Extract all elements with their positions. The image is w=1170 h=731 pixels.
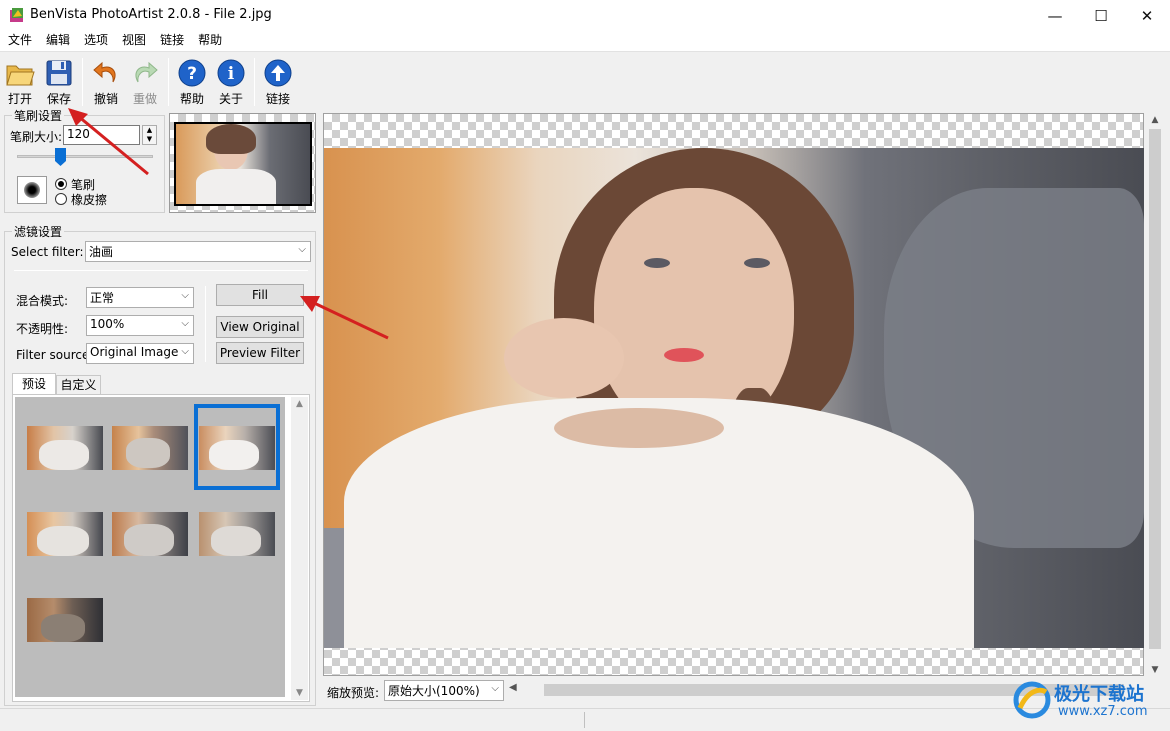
svg-text:i: i	[228, 64, 235, 84]
menu-options[interactable]: 选项	[76, 31, 114, 51]
menu-help[interactable]: 帮助	[190, 31, 228, 51]
filter-source-dropdown[interactable]: Original Image ⌵	[86, 343, 194, 364]
menu-view[interactable]: 视图	[114, 31, 152, 51]
brush-size-label: 笔刷大小:	[10, 130, 63, 144]
undo-icon	[93, 61, 116, 83]
help-button[interactable]: ? 帮助	[172, 56, 212, 108]
zoom-dropdown[interactable]: 原始大小(100%) ⌵	[384, 680, 504, 701]
opacity-value: 100%	[90, 317, 125, 331]
eraser-radio[interactable]	[55, 193, 67, 205]
open-button[interactable]: 打开	[0, 56, 40, 108]
watermark: 极光下载站 www.xz7.com	[1012, 676, 1162, 724]
select-filter-label: Select filter:	[11, 245, 84, 259]
preset-scrollbar[interactable]: ▲ ▼	[291, 397, 308, 700]
brush-preview	[17, 176, 47, 204]
chevron-down-icon: ⌵	[181, 290, 189, 301]
scroll-up-icon[interactable]: ▲	[291, 399, 308, 409]
scroll-down-icon[interactable]: ▼	[1146, 665, 1164, 675]
toolbar: 打开 保存 撤销 重做 ? 帮助 i 关于 链接	[0, 51, 1170, 109]
menu-bar: 文件 编辑 选项 视图 链接 帮助	[0, 31, 1170, 51]
filter-source-label: Filter source:	[16, 348, 94, 362]
preset-thumbnail[interactable]	[27, 598, 103, 642]
minimize-button[interactable]: —	[1032, 0, 1078, 31]
fill-button[interactable]: Fill	[216, 284, 304, 306]
menu-file[interactable]: 文件	[0, 31, 38, 51]
close-button[interactable]: ✕	[1124, 0, 1170, 31]
maximize-button[interactable]: ☐	[1078, 0, 1124, 31]
chevron-down-icon: ⌵	[181, 346, 189, 357]
status-bar	[0, 708, 1170, 731]
preset-thumbnail-selected[interactable]	[199, 426, 275, 470]
preset-thumbnail[interactable]	[27, 426, 103, 470]
preset-grid	[15, 397, 285, 697]
preview-filter-button[interactable]: Preview Filter	[216, 342, 304, 364]
open-label: 打开	[7, 92, 32, 106]
brush-settings-label: 笔刷设置	[12, 107, 65, 124]
blend-mode-dropdown[interactable]: 正常 ⌵	[86, 287, 194, 308]
select-filter-dropdown[interactable]: 油画 ⌵	[85, 241, 311, 262]
tab-custom[interactable]: 自定义	[56, 375, 101, 395]
window-title: BenVista PhotoArtist 2.0.8 - File 2.jpg	[30, 7, 272, 22]
opacity-label: 不透明性:	[16, 322, 69, 336]
divider	[14, 270, 308, 271]
scroll-left-icon[interactable]: ◀	[509, 682, 517, 693]
chevron-down-icon: ⌵	[298, 244, 306, 255]
globe-link-icon	[264, 59, 292, 87]
annotation-arrow-fill	[300, 296, 389, 340]
toolbar-separator	[168, 58, 169, 106]
main-canvas[interactable]	[323, 113, 1144, 676]
blend-mode-label: 混合模式:	[16, 294, 69, 308]
link-button[interactable]: 链接	[258, 56, 298, 108]
folder-open-icon	[6, 65, 35, 86]
title-bar: BenVista PhotoArtist 2.0.8 - File 2.jpg …	[0, 0, 1170, 31]
watermark-name: 极光下载站	[1054, 684, 1144, 705]
canvas-vertical-scrollbar[interactable]: ▲ ▼	[1146, 113, 1164, 677]
toolbar-separator	[254, 58, 255, 106]
filter-source-value: Original Image	[90, 345, 179, 359]
zoom-label: 缩放预览:	[327, 686, 380, 700]
vertical-divider	[205, 286, 206, 362]
filter-settings-label: 滤镜设置	[12, 223, 65, 240]
info-icon: i	[217, 59, 245, 87]
link-label: 链接	[265, 92, 290, 106]
oil-painting-image	[324, 148, 1144, 648]
tab-presets[interactable]: 预设	[12, 373, 56, 395]
preset-thumbnail[interactable]	[27, 512, 103, 556]
preset-thumbnail[interactable]	[112, 512, 188, 556]
zoom-value: 原始大小(100%)	[388, 684, 480, 698]
annotation-arrow-save	[68, 108, 149, 176]
eraser-radio-label: 橡皮擦	[71, 193, 108, 207]
svg-text:?: ?	[187, 64, 197, 84]
navigator-thumbnail[interactable]	[169, 113, 316, 213]
view-original-button[interactable]: View Original	[216, 316, 304, 338]
floppy-disk-icon	[46, 60, 72, 86]
redo-icon	[135, 61, 158, 83]
preset-thumbnail[interactable]	[199, 512, 275, 556]
scroll-down-icon[interactable]: ▼	[291, 688, 308, 698]
menu-edit[interactable]: 编辑	[38, 31, 76, 51]
blend-mode-value: 正常	[90, 291, 115, 305]
help-icon: ?	[178, 59, 206, 87]
menu-link[interactable]: 链接	[152, 31, 190, 51]
watermark-logo-icon	[1013, 681, 1051, 719]
chevron-down-icon: ⌵	[181, 318, 189, 329]
select-filter-value: 油画	[89, 245, 114, 259]
watermark-url: www.xz7.com	[1058, 704, 1148, 719]
help-label: 帮助	[179, 92, 204, 106]
scroll-up-icon[interactable]: ▲	[1146, 115, 1164, 125]
chevron-down-icon: ⌵	[491, 683, 499, 694]
about-label: 关于	[218, 92, 243, 106]
preset-thumbnail[interactable]	[112, 426, 188, 470]
app-icon	[9, 7, 25, 23]
scroll-thumb[interactable]	[1149, 129, 1161, 649]
opacity-dropdown[interactable]: 100% ⌵	[86, 315, 194, 336]
about-button[interactable]: i 关于	[211, 56, 251, 108]
toolbar-separator	[82, 58, 83, 106]
